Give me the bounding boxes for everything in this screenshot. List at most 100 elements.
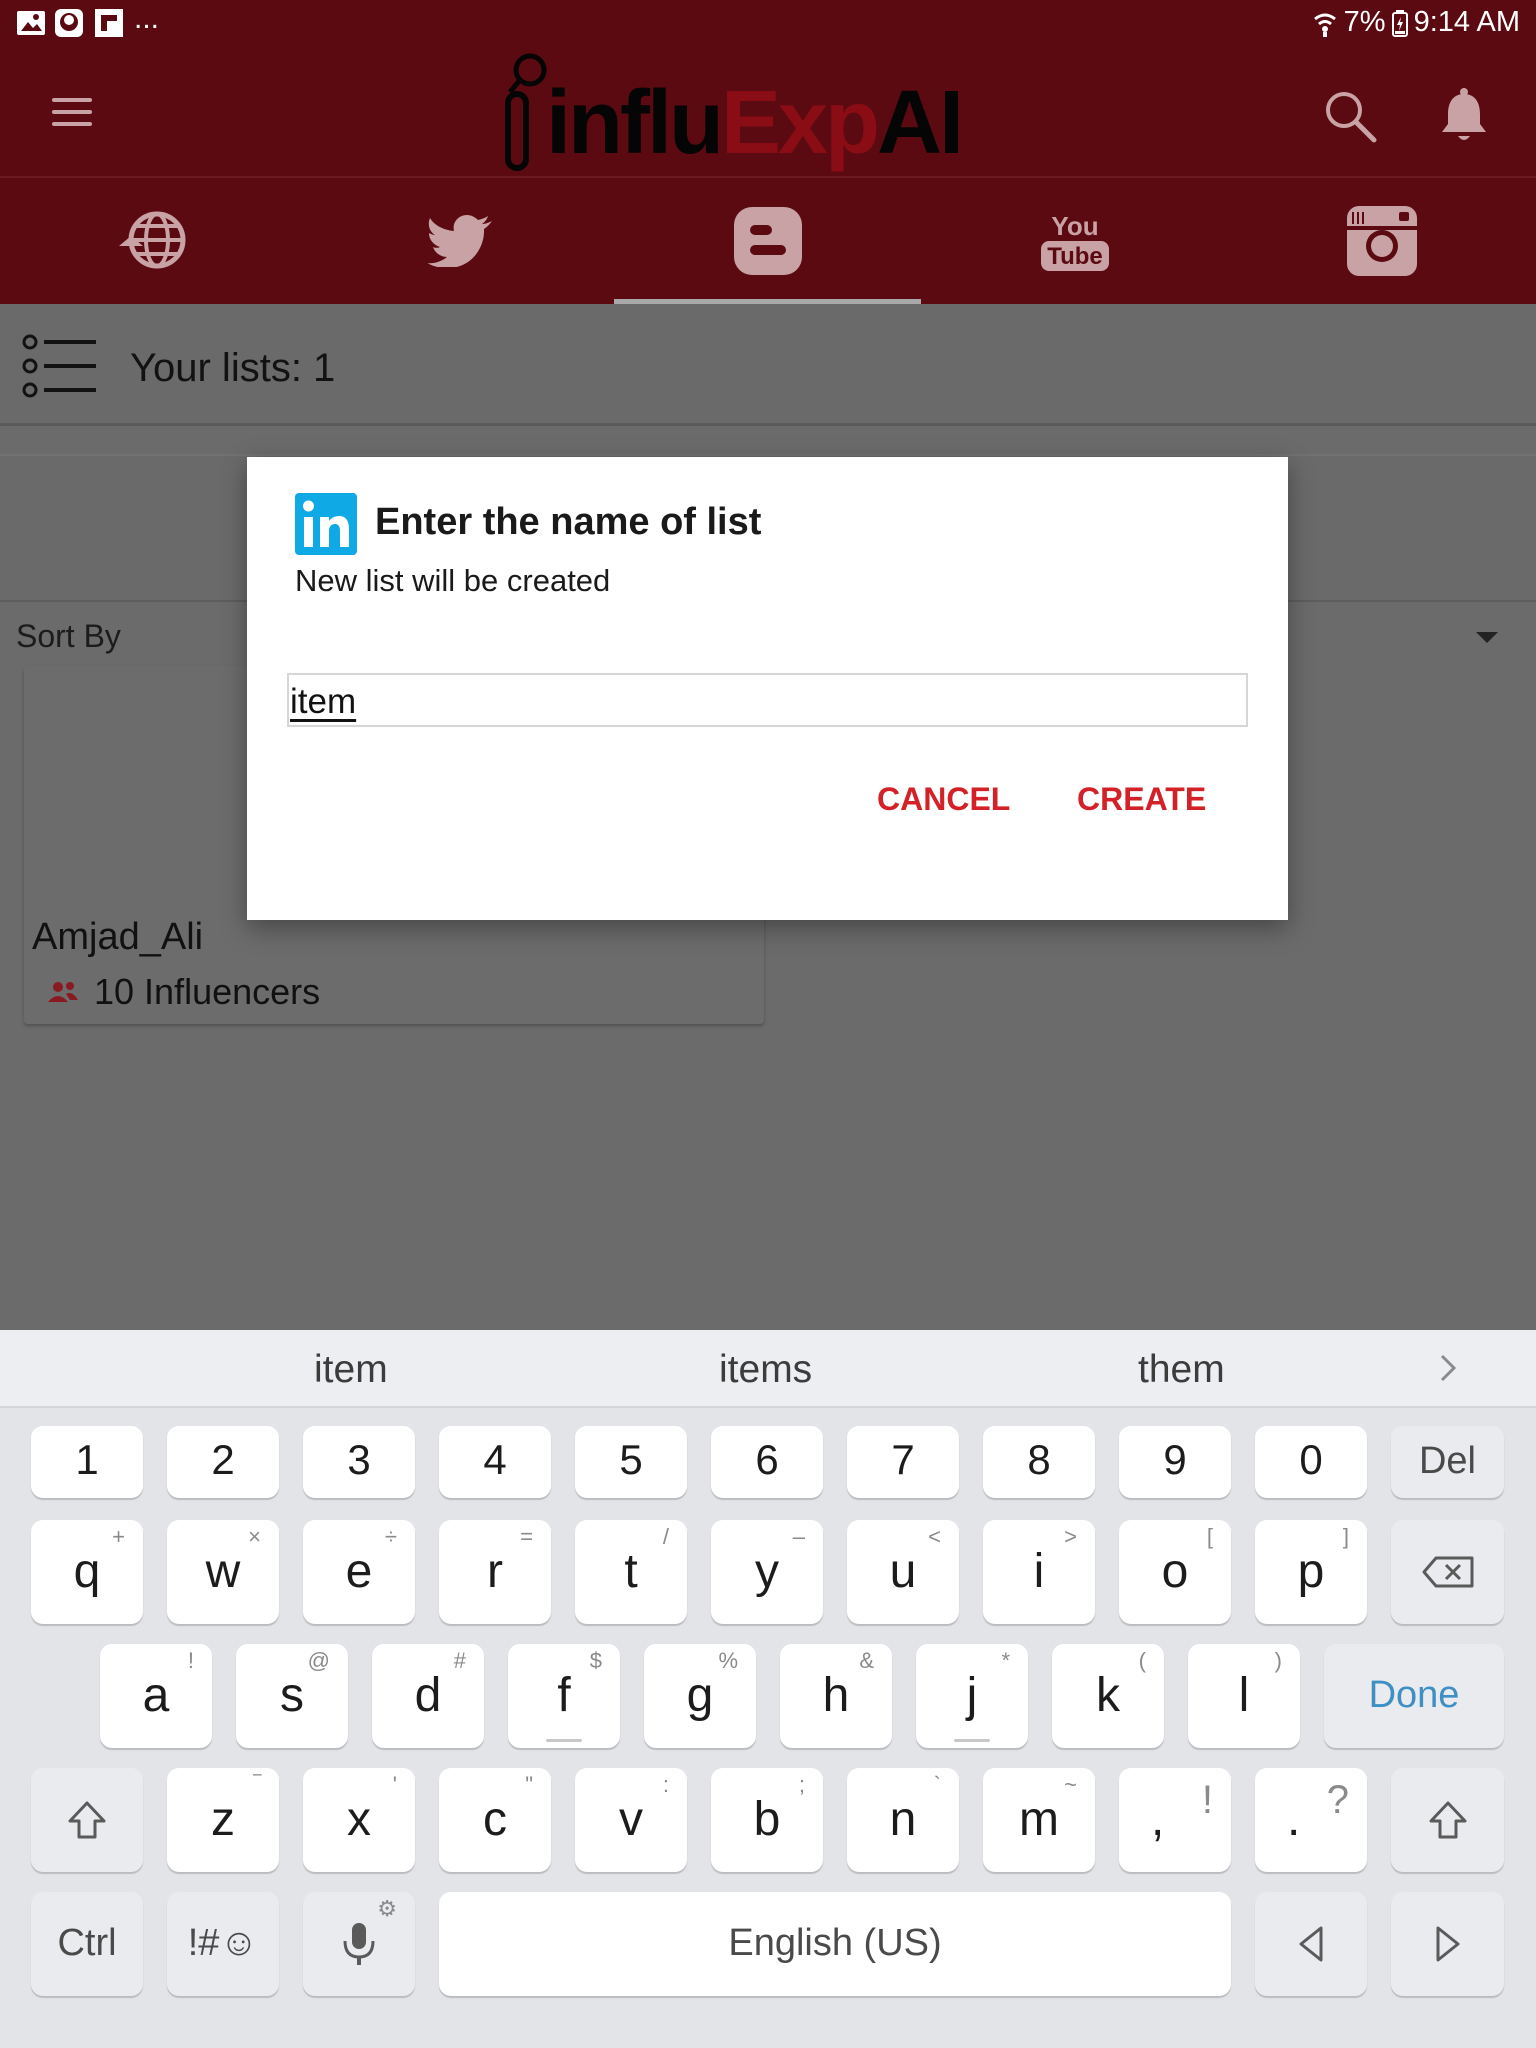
status-bar: ... 7% 9:14 AM: [0, 0, 1536, 48]
sort-by-label[interactable]: Sort By: [16, 618, 121, 655]
key-u[interactable]: u <: [847, 1520, 959, 1624]
cancel-button[interactable]: CANCEL: [877, 781, 1010, 818]
key-y[interactable]: y –: [711, 1520, 823, 1624]
key-2[interactable]: 2: [167, 1426, 279, 1498]
key-label: u: [889, 1545, 917, 1598]
key-alt-symbol: [: [1206, 1524, 1213, 1549]
key-label: h: [822, 1669, 850, 1722]
key-label: 9: [1163, 1436, 1187, 1483]
key-8[interactable]: 8: [983, 1426, 1095, 1498]
key-x[interactable]: x ': [303, 1768, 415, 1872]
key-i[interactable]: i >: [983, 1520, 1095, 1624]
done-key[interactable]: Done: [1324, 1644, 1504, 1748]
shift-key-right[interactable]: [1391, 1768, 1504, 1872]
key-alt-symbol: #: [453, 1648, 466, 1673]
ctrl-key[interactable]: Ctrl: [31, 1892, 143, 1996]
key-label: b: [753, 1793, 781, 1846]
youtube-icon-tube: Tube: [1047, 243, 1103, 270]
cursor-right-key[interactable]: [1391, 1892, 1504, 1996]
create-button[interactable]: CREATE: [1077, 781, 1206, 818]
key-e[interactable]: e ÷: [303, 1520, 415, 1624]
gear-icon: ⚙: [377, 1896, 397, 1921]
shift-key-left[interactable]: [31, 1768, 143, 1872]
key-9[interactable]: 9: [1119, 1426, 1231, 1498]
key-alt-symbol: >: [1064, 1524, 1077, 1549]
lists-count-title: Your lists: 1: [130, 346, 336, 390]
key-q[interactable]: q +: [31, 1520, 143, 1624]
key-7[interactable]: 7: [847, 1426, 959, 1498]
key-g[interactable]: g%: [644, 1644, 756, 1748]
voice-input-key[interactable]: ⚙: [303, 1892, 415, 1996]
suggestion-1[interactable]: item: [314, 1348, 388, 1392]
key-alt-symbol: ": [525, 1772, 533, 1797]
key-j[interactable]: j *: [916, 1644, 1028, 1748]
space-key[interactable]: English (US): [439, 1892, 1231, 1996]
shift-icon: [68, 1801, 106, 1839]
key-k[interactable]: k(: [1052, 1644, 1164, 1748]
linkedin-icon: [295, 493, 357, 555]
key-alt-symbol: ×: [248, 1524, 261, 1549]
tab-web[interactable]: [0, 178, 307, 304]
list-name-input[interactable]: [287, 673, 1248, 727]
key-1[interactable]: 1: [31, 1426, 143, 1498]
key-label: 1: [75, 1436, 99, 1483]
sort-dropdown-icon[interactable]: [1476, 632, 1498, 643]
key-z[interactable]: z ‾: [167, 1768, 279, 1872]
key-comma[interactable]: ,!: [1119, 1768, 1231, 1872]
key-r[interactable]: r =: [439, 1520, 551, 1624]
search-icon[interactable]: [1318, 84, 1382, 148]
key-6[interactable]: 6: [711, 1426, 823, 1498]
key-label: Ctrl: [57, 1922, 117, 1964]
key-alt-symbol: $: [589, 1648, 602, 1673]
suggestion-2[interactable]: items: [719, 1348, 812, 1392]
key-label: 2: [211, 1436, 235, 1483]
key-f[interactable]: f $: [508, 1644, 620, 1748]
key-w[interactable]: w ×: [167, 1520, 279, 1624]
key-h[interactable]: h &: [780, 1644, 892, 1748]
key-label: English (US): [728, 1922, 942, 1964]
tab-twitter[interactable]: [307, 178, 614, 304]
key-b[interactable]: b;: [711, 1768, 823, 1872]
chevron-right-icon[interactable]: [1436, 1352, 1460, 1384]
key-l[interactable]: l): [1188, 1644, 1300, 1748]
key-a[interactable]: a!: [100, 1644, 212, 1748]
key-s[interactable]: s @: [236, 1644, 348, 1748]
key-v[interactable]: v:: [575, 1768, 687, 1872]
key-c[interactable]: c ": [439, 1768, 551, 1872]
twitter-icon: [427, 215, 492, 267]
tab-blogger[interactable]: [614, 178, 921, 304]
key-4[interactable]: 4: [439, 1426, 551, 1498]
key-p[interactable]: p]: [1255, 1520, 1367, 1624]
key-5[interactable]: 5: [575, 1426, 687, 1498]
key-0[interactable]: 0: [1255, 1426, 1367, 1498]
key-period[interactable]: .?: [1255, 1768, 1367, 1872]
bell-icon[interactable]: [1436, 84, 1492, 148]
symbols-key[interactable]: !#☺: [167, 1892, 279, 1996]
key-label: o: [1161, 1545, 1189, 1598]
del-key[interactable]: Del: [1391, 1426, 1504, 1498]
key-o[interactable]: o[: [1119, 1520, 1231, 1624]
key-3[interactable]: 3: [303, 1426, 415, 1498]
tab-instagram[interactable]: [1228, 178, 1535, 304]
list-card-influencer-count: 10 Influencers: [94, 971, 321, 1012]
suggestion-3[interactable]: them: [1138, 1348, 1225, 1392]
key-m[interactable]: m ~: [983, 1768, 1095, 1872]
key-d[interactable]: d #: [372, 1644, 484, 1748]
key-alt-symbol: *: [1001, 1648, 1010, 1673]
key-label: q: [73, 1545, 101, 1598]
key-label: 7: [891, 1436, 915, 1483]
hamburger-menu-icon[interactable]: [40, 88, 104, 136]
backspace-key[interactable]: [1391, 1520, 1504, 1624]
tab-youtube[interactable]: You Tube: [921, 178, 1228, 304]
lists-header: Your lists: 1: [0, 304, 1536, 426]
cursor-left-key[interactable]: [1255, 1892, 1367, 1996]
key-label: p: [1297, 1545, 1325, 1598]
key-alt-symbol: =: [520, 1524, 533, 1549]
shift-icon: [1429, 1801, 1466, 1839]
key-n[interactable]: n `: [847, 1768, 959, 1872]
key-label: d: [414, 1669, 442, 1722]
key-label: i: [1033, 1545, 1045, 1598]
key-alt-symbol: ): [1274, 1648, 1282, 1673]
people-icon: [48, 982, 78, 1002]
key-t[interactable]: t /: [575, 1520, 687, 1624]
